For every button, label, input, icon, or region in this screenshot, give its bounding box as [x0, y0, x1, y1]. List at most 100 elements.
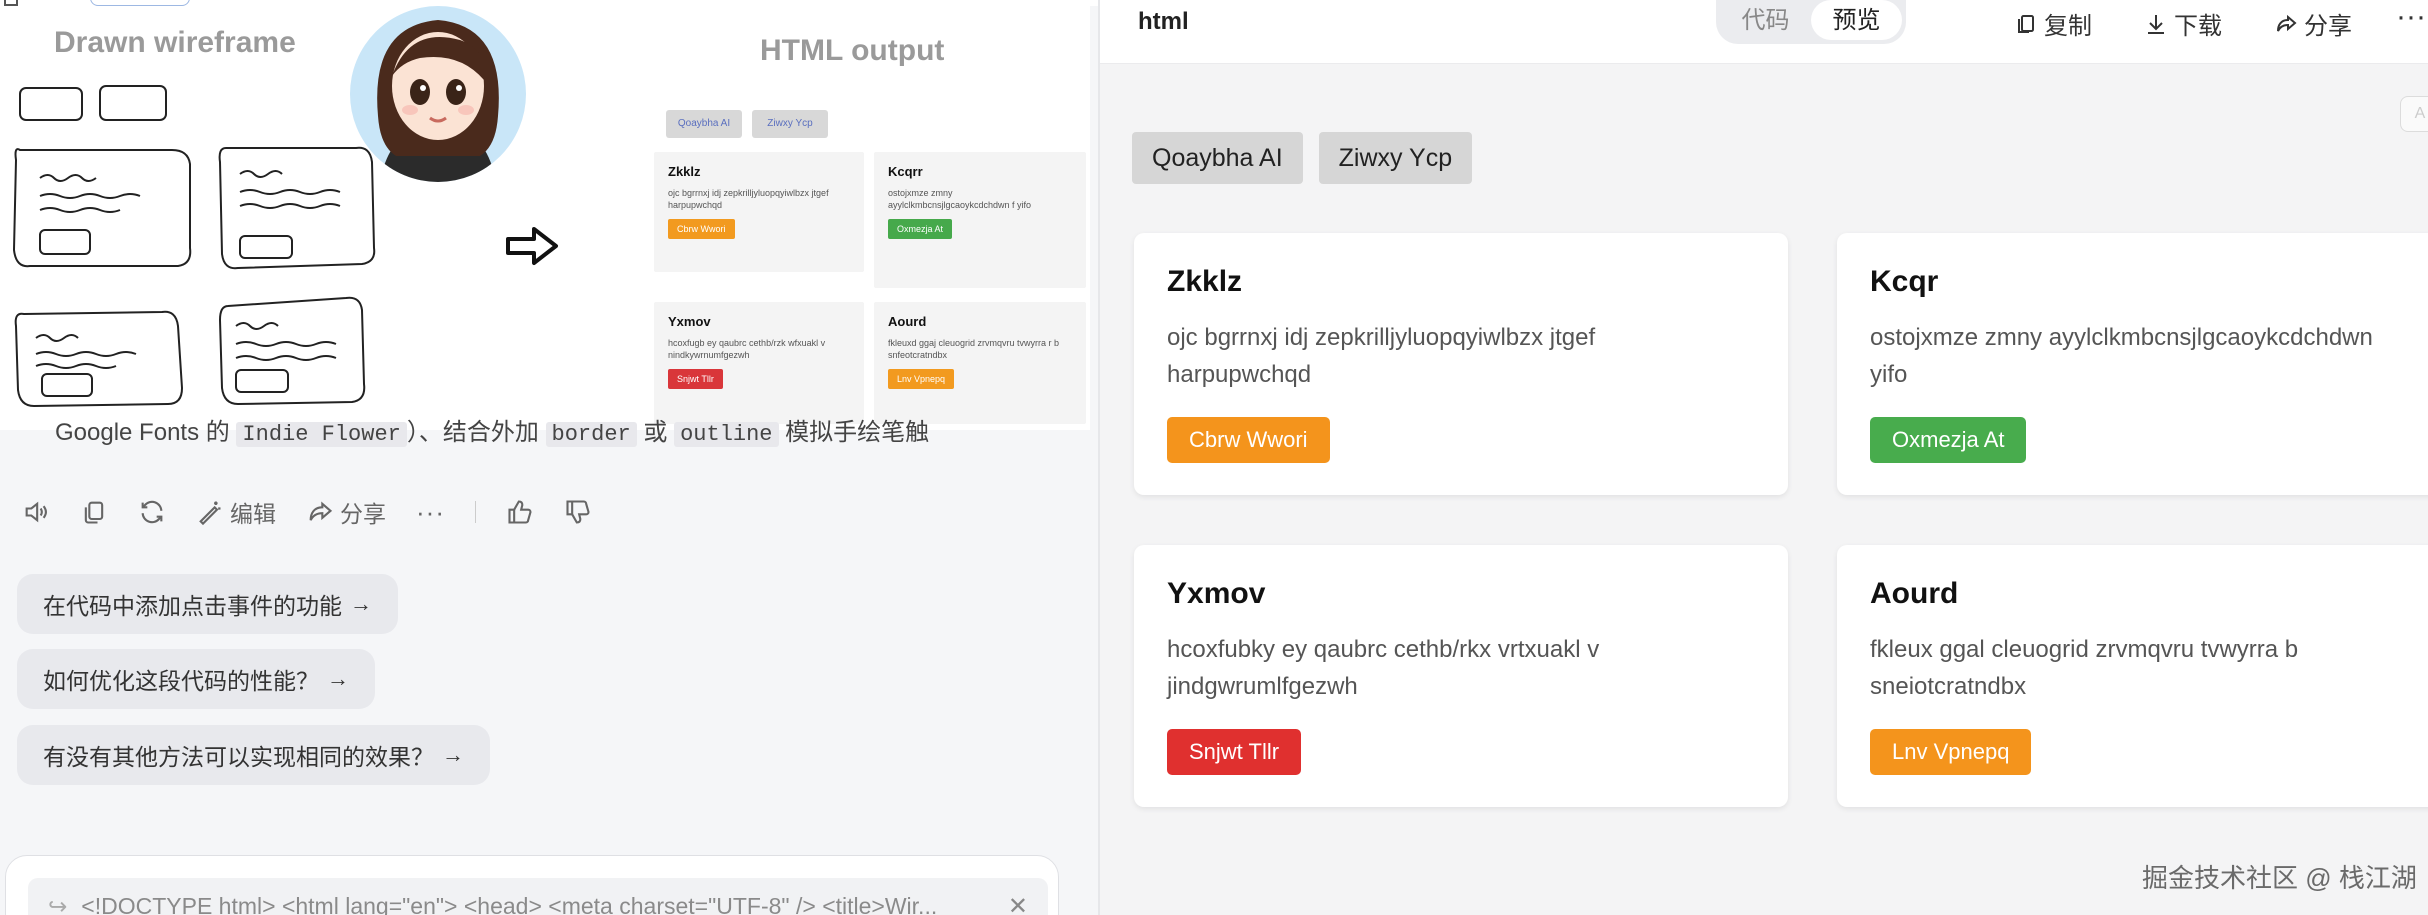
share-icon [309, 501, 333, 521]
mock-card-text: fkleuxd ggaj cleuogrid zrvmqvru tvwyrra … [888, 338, 1060, 360]
dislike-button[interactable] [564, 498, 592, 526]
arrow-right-icon: → [442, 742, 464, 767]
mock-tag: Qoaybha AI [666, 110, 742, 138]
quoted-code-text: <!DOCTYPE html> <html lang="en"> <head> … [81, 892, 938, 915]
copy-icon [84, 501, 104, 524]
card-text-line: hcoxfubky ey qaubrc cethb/rkx vrtxuakl v [1167, 636, 1600, 663]
card-text-line: sneiotcratndbx [1870, 673, 2027, 700]
magic-edit-icon [199, 501, 221, 526]
mock-card: Kcqrr ostojxmze zmny ayylclkmbcnsjlgcaoy… [874, 152, 1086, 288]
preview-card: Zkklz ojc bgrrnxj idj zepkrilljyluopqyiw… [1134, 233, 1788, 495]
share-button[interactable]: 分享 [306, 495, 386, 529]
more-options-button[interactable]: ··· [416, 497, 445, 528]
card-title: Aourd [1870, 577, 1959, 610]
share-label: 分享 [2304, 13, 2352, 40]
edit-button[interactable]: 编辑 [196, 495, 276, 529]
hand-drawn-wireframe [12, 85, 376, 408]
mock-card-title: Zkklz [668, 164, 701, 179]
mock-card-button: Cbrw Wwori [668, 219, 735, 239]
sidebar-toggle-icon[interactable] [4, 0, 18, 6]
card-title: Yxmov [1167, 577, 1266, 610]
mock-card: Yxmov hcoxfugb ey qaubrc cethb/rzk wfxua… [654, 302, 864, 424]
suggestion-chip[interactable]: 有没有其他方法可以实现相同的效果？ → [17, 725, 490, 785]
card-text: ojc bgrrnxj idj zepkrilljyluopqyiwlbzx j… [1167, 319, 1755, 393]
mock-card-title: Kcqrr [888, 164, 923, 179]
card-text-line: fkleux ggal cleuogrid zrvmqvru tvwyrra b [1870, 636, 2299, 663]
preview-card: Kcqr ostojxmze zmny ayylclkmbcnsjlgcaoyk… [1837, 233, 2428, 495]
top-pill [90, 0, 190, 6]
card-title: Zkklz [1167, 265, 1243, 298]
suggestion-text: 有没有其他方法可以实现相同的效果？ [43, 744, 434, 770]
chat-pane: Drawn wireframe HTML output Qoaybha AI Z… [0, 0, 1098, 915]
mock-card-button: Oxmezja At [888, 219, 953, 239]
html-output-mock: Qoaybha AI Ziwxy Ycp Zkklz ojc bgrrnxj i… [652, 100, 1088, 430]
download-icon [2148, 14, 2164, 34]
copy-message-button[interactable] [80, 498, 108, 526]
more-icon: ··· [2396, 0, 2426, 33]
quoted-code-attachment[interactable]: ↪ <!DOCTYPE html> <html lang="en"> <head… [28, 878, 1048, 915]
preview-tag[interactable]: Qoaybha AI [1132, 132, 1303, 184]
card-button[interactable]: Lnv Vpnepq [1870, 729, 2032, 775]
tab-code[interactable]: 代码 [1720, 0, 1811, 40]
copy-label: 复制 [2044, 13, 2092, 40]
suggestion-text: 在代码中添加点击事件的功能 [43, 593, 342, 619]
corner-badge[interactable]: A [2400, 96, 2428, 132]
regenerate-button[interactable] [138, 498, 166, 526]
inline-code: Indie Flower [236, 422, 407, 447]
card-button[interactable]: Oxmezja At [1870, 417, 2027, 463]
share-icon [2277, 14, 2297, 31]
reply-arrow-icon: ↪ [48, 892, 68, 915]
suggestion-chip[interactable]: 在代码中添加点击事件的功能 → [17, 574, 398, 634]
preview-tag-row: Qoaybha AI Ziwxy Ycp [1132, 132, 1488, 184]
mock-card: Zkklz ojc bgrrnxj idj zepkrilljyluopqyiw… [654, 152, 864, 272]
card-text: ostojxmze zmny ayylclkmbcnsjlgcaoykcdchd… [1870, 319, 2428, 393]
thumbs-up-icon [508, 500, 532, 524]
card-text-line: yifo [1870, 361, 1908, 388]
suggestion-text: 如何优化这段代码的性能？ [43, 668, 319, 694]
preview-header: html 代码 预览 复制 下载 分享 ··· [1100, 0, 2428, 64]
copy-icon [2018, 14, 2034, 33]
message-action-bar: 编辑 分享 ··· [22, 492, 622, 532]
right-arrow-icon [506, 227, 558, 265]
mock-card-text: ojc bgrrnxj idj zepkrilljyluopqyiwlbzx j… [668, 188, 829, 210]
mock-card-button: Snjwt Tllr [668, 369, 723, 389]
chat-input-box: ↪ <!DOCTYPE html> <html lang="en"> <head… [5, 855, 1059, 915]
wireframe-demo-image: Drawn wireframe HTML output Qoaybha AI Z… [0, 0, 1090, 430]
suggestion-chip[interactable]: 如何优化这段代码的性能？ → [17, 649, 375, 709]
refresh-icon [141, 500, 163, 524]
preview-card: Yxmov hcoxfubky ey qaubrc cethb/rkx vrtx… [1134, 545, 1788, 807]
like-button[interactable] [506, 498, 534, 526]
top-strip [0, 0, 1098, 6]
copy-code-button[interactable]: 复制 [2014, 6, 2092, 41]
card-title: Kcqr [1870, 265, 1939, 298]
download-button[interactable]: 下载 [2144, 6, 2222, 41]
thumbs-down-icon [566, 500, 590, 524]
mock-card-title: Yxmov [668, 314, 711, 329]
preview-tag[interactable]: Ziwxy Ycp [1318, 132, 1473, 184]
card-text: hcoxfubky ey qaubrc cethb/rkx vrtxuakl v… [1167, 631, 1755, 705]
preview-card: Aourd fkleux ggal cleuogrid zrvmqvru tvw… [1837, 545, 2428, 807]
code-language-label: html [1138, 8, 1189, 35]
answer-text-line: Google Fonts 的 Indie Flower ）、结合外加 border… [55, 412, 929, 447]
speaker-icon [25, 501, 47, 523]
tab-preview[interactable]: 预览 [1811, 0, 1902, 40]
mock-card-text: ostojxmze zmny ayylclkmbcnsjlgcaoykcdchd… [888, 188, 1032, 210]
answer-text: 或 [636, 419, 675, 446]
mock-tag: Ziwxy Ycp [752, 110, 828, 138]
share-preview-button[interactable]: 分享 [2274, 6, 2352, 41]
wireframe-title: Drawn wireframe [54, 26, 296, 59]
mock-card-text: hcoxfugb ey qaubrc cethb/rzk wfxuakl v n… [668, 338, 826, 360]
card-button[interactable]: Cbrw Wwori [1167, 417, 1330, 463]
close-icon[interactable]: ✕ [1008, 892, 1028, 915]
more-icon: ··· [416, 496, 445, 527]
mock-card: Aourd fkleuxd ggaj cleuogrid zrvmqvru tv… [874, 302, 1086, 424]
inline-code: outline [674, 422, 779, 447]
share-label: 分享 [340, 501, 386, 527]
card-text-line: ostojxmze zmny ayylclkmbcnsjlgcaoykcdchd… [1870, 324, 2373, 351]
read-aloud-button[interactable] [22, 498, 50, 526]
answer-text: 模拟手绘笔触 [778, 419, 930, 446]
answer-text: Google Fonts 的 [55, 419, 237, 446]
card-button[interactable]: Snjwt Tllr [1167, 729, 1302, 775]
more-options-button[interactable]: ··· [2396, 0, 2426, 34]
cartoon-avatar [350, 6, 526, 182]
